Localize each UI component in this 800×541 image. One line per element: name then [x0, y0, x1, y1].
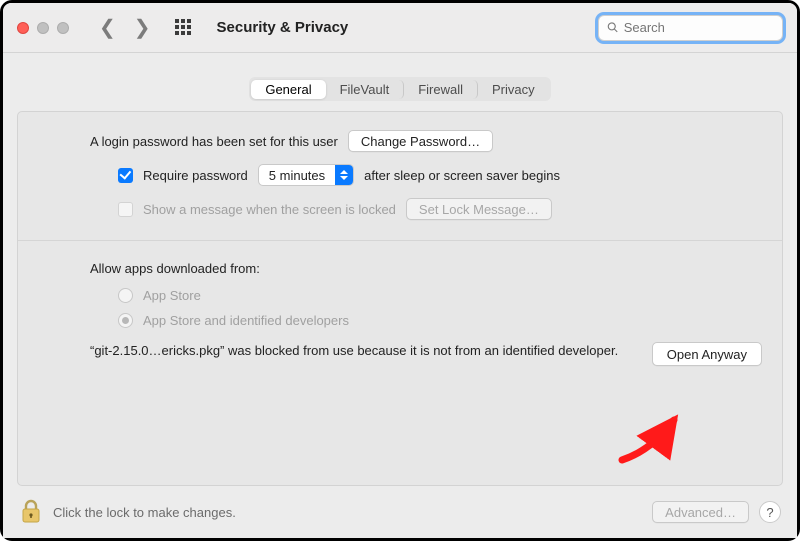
- show-message-row: Show a message when the screen is locked…: [118, 198, 762, 220]
- forward-button[interactable]: ❯: [134, 15, 151, 40]
- nav-arrows: ❮ ❯: [99, 15, 151, 40]
- allow-option-identified: App Store and identified developers: [118, 313, 762, 328]
- lock-hint-text: Click the lock to make changes.: [53, 505, 236, 520]
- tab-filevault[interactable]: FileVault: [326, 80, 405, 99]
- lock-icon[interactable]: [19, 498, 43, 526]
- divider: [18, 240, 782, 241]
- help-button[interactable]: ?: [759, 501, 781, 523]
- tabs-row: General FileVault Firewall Privacy: [3, 53, 797, 101]
- maximize-window-button[interactable]: [57, 22, 69, 34]
- require-password-row: Require password 5 minutes after sleep o…: [118, 164, 762, 186]
- blocked-app-message: “git-2.15.0…ericks.pkg” was blocked from…: [90, 342, 638, 361]
- require-password-delay-select[interactable]: 5 minutes: [258, 164, 354, 186]
- require-password-label: Require password: [143, 168, 248, 183]
- search-field[interactable]: [598, 15, 783, 41]
- show-all-icon[interactable]: [175, 19, 193, 37]
- content-area: General FileVault Firewall Privacy A log…: [3, 53, 797, 486]
- show-message-checkbox: [118, 202, 133, 217]
- require-password-checkbox[interactable]: [118, 168, 133, 183]
- window-controls: [17, 22, 69, 34]
- radio-identified-label: App Store and identified developers: [143, 313, 349, 328]
- radio-appstore: [118, 288, 133, 303]
- footer: Click the lock to make changes. Advanced…: [3, 486, 797, 538]
- tab-firewall[interactable]: Firewall: [404, 80, 478, 99]
- radio-appstore-label: App Store: [143, 288, 201, 303]
- allow-apps-section: Allow apps downloaded from: App Store Ap…: [90, 261, 762, 366]
- tab-privacy[interactable]: Privacy: [478, 80, 549, 99]
- advanced-button: Advanced…: [652, 501, 749, 523]
- open-anyway-button[interactable]: Open Anyway: [652, 342, 762, 366]
- window-title: Security & Privacy: [217, 19, 349, 36]
- login-password-text: A login password has been set for this u…: [90, 134, 338, 149]
- search-icon: [607, 21, 619, 34]
- allow-apps-header: Allow apps downloaded from:: [90, 261, 762, 276]
- radio-identified: [118, 313, 133, 328]
- blocked-app-row: “git-2.15.0…ericks.pkg” was blocked from…: [90, 342, 762, 366]
- annotation-arrow-icon: [612, 410, 692, 469]
- require-password-suffix: after sleep or screen saver begins: [364, 168, 560, 183]
- change-password-button[interactable]: Change Password…: [348, 130, 493, 152]
- tab-general[interactable]: General: [251, 80, 325, 99]
- set-lock-message-button: Set Lock Message…: [406, 198, 552, 220]
- allow-option-appstore: App Store: [118, 288, 762, 303]
- tabs: General FileVault Firewall Privacy: [249, 77, 550, 101]
- login-password-row: A login password has been set for this u…: [90, 130, 762, 152]
- back-button[interactable]: ❮: [99, 15, 116, 40]
- footer-right: Advanced… ?: [652, 501, 781, 523]
- titlebar: ❮ ❯ Security & Privacy: [3, 3, 797, 53]
- require-password-delay-value: 5 minutes: [259, 165, 335, 185]
- show-message-label: Show a message when the screen is locked: [143, 202, 396, 217]
- close-window-button[interactable]: [17, 22, 29, 34]
- minimize-window-button[interactable]: [37, 22, 49, 34]
- search-input[interactable]: [624, 20, 774, 35]
- chevron-up-down-icon: [335, 165, 353, 185]
- security-privacy-window: ❮ ❯ Security & Privacy General FileVault…: [3, 3, 797, 538]
- general-panel: A login password has been set for this u…: [17, 111, 783, 486]
